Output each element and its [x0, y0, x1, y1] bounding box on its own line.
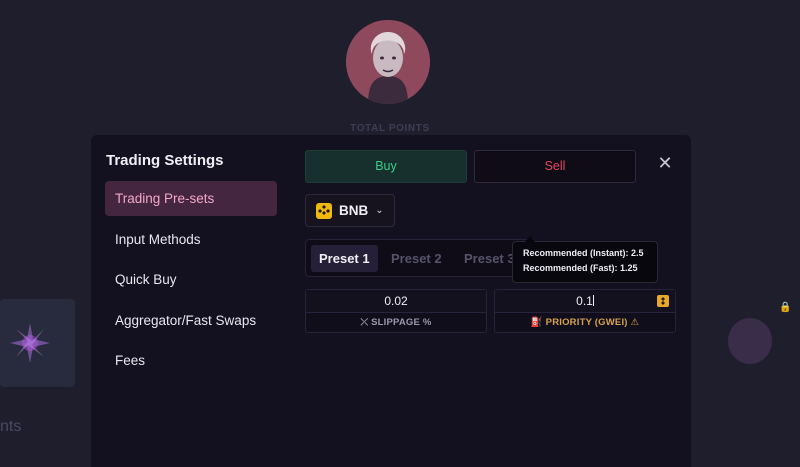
- tab-preset-1[interactable]: Preset 1: [311, 245, 378, 272]
- preset-tabs: Preset 1 Preset 2 Preset 3: [305, 239, 530, 277]
- tab-sell[interactable]: Sell: [474, 150, 636, 183]
- slippage-field: 0.02 ⤫ SLIPPAGE %: [305, 289, 487, 333]
- nav-item-input-methods[interactable]: Input Methods: [105, 222, 277, 257]
- warning-icon[interactable]: ⚠: [631, 317, 640, 328]
- modal-title: Trading Settings: [106, 152, 224, 169]
- chevron-down-icon: ⌄: [375, 205, 384, 216]
- trading-settings-modal: Trading Settings Trading Pre-sets Input …: [91, 135, 691, 467]
- nav-item-aggregator[interactable]: Aggregator/Fast Swaps: [105, 303, 277, 338]
- priority-tooltip: Recommended (Instant): 2.5 Recommended (…: [512, 236, 658, 283]
- lock-icon: 🔒: [779, 302, 792, 313]
- slippage-label: SLIPPAGE %: [371, 317, 432, 328]
- tab-buy[interactable]: Buy: [305, 150, 467, 183]
- nav-item-trading-presets[interactable]: Trading Pre-sets: [105, 181, 277, 216]
- priority-label-row: ⛽ PRIORITY (GWEI) ⚠: [495, 313, 675, 332]
- slippage-label-row: ⤫ SLIPPAGE %: [306, 313, 486, 332]
- slippage-icon: ⤫: [360, 317, 369, 328]
- priority-field: 0.1 ⛽ PRIORITY (GWEI) ⚠: [494, 289, 676, 333]
- tooltip-line-fast: Recommended (Fast): 1.25: [523, 263, 638, 273]
- user-avatar: [346, 20, 430, 104]
- background-card: [0, 299, 75, 387]
- priority-input[interactable]: 0.1: [495, 290, 675, 313]
- settings-nav: Trading Pre-sets Input Methods Quick Buy…: [105, 181, 277, 384]
- bnb-token-icon[interactable]: [657, 295, 669, 307]
- background-text: nts: [0, 418, 22, 435]
- slippage-input[interactable]: 0.02: [306, 290, 486, 313]
- nav-item-quick-buy[interactable]: Quick Buy: [105, 262, 277, 297]
- text-caret: [592, 295, 594, 306]
- tooltip-line-instant: Recommended (Instant): 2.5: [523, 248, 644, 258]
- background-token-icon: [728, 318, 772, 364]
- nav-item-fees[interactable]: Fees: [105, 343, 277, 378]
- starburst-icon: [10, 323, 50, 363]
- priority-label: PRIORITY (GWEI): [545, 317, 628, 328]
- total-points-label: TOTAL POINTS: [350, 123, 430, 134]
- slippage-value: 0.02: [384, 294, 408, 308]
- bnb-icon: [316, 202, 332, 219]
- priority-value: 0.1: [576, 294, 593, 308]
- close-icon[interactable]: ✕: [654, 152, 676, 174]
- chain-selector[interactable]: BNB ⌄: [305, 194, 395, 227]
- tab-preset-2[interactable]: Preset 2: [383, 245, 450, 272]
- chain-label: BNB: [339, 203, 369, 218]
- gas-pump-icon: ⛽: [530, 317, 543, 328]
